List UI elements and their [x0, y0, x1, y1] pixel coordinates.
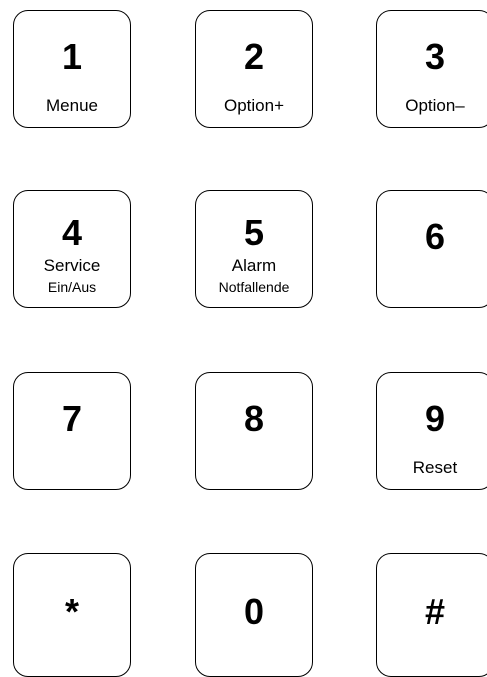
key-digit: *	[64, 591, 79, 632]
key-hash-button[interactable]: #	[376, 553, 487, 677]
key-label: Alarm	[231, 256, 277, 275]
key-label: Reset	[412, 458, 458, 477]
key-digit: 3	[424, 36, 446, 77]
key-9-button[interactable]: 9 Reset	[376, 372, 487, 490]
key-label: Service	[43, 256, 101, 275]
key-1-button[interactable]: 1 Menue	[13, 10, 131, 128]
key-digit: 1	[61, 36, 83, 77]
key-4-button[interactable]: 4 Service Ein/Aus	[13, 190, 131, 308]
key-star-button[interactable]: *	[13, 553, 131, 677]
key-2-button[interactable]: 2 Option+	[195, 10, 313, 128]
key-label: Option+	[223, 96, 284, 115]
key-digit: #	[424, 591, 446, 632]
key-3-button[interactable]: 3 Option–	[376, 10, 487, 128]
key-digit: 6	[424, 216, 446, 257]
keypad: 1 Menue 2 Option+ 3 Option– 4 Service Ei…	[0, 0, 487, 677]
key-sublabel: Notfallende	[218, 279, 290, 295]
key-digit: 8	[243, 398, 265, 439]
key-6-button[interactable]: 6	[376, 190, 487, 308]
key-digit: 7	[61, 398, 83, 439]
key-5-button[interactable]: 5 Alarm Notfallende	[195, 190, 313, 308]
key-label: Menue	[46, 96, 98, 115]
key-digit: 2	[243, 36, 265, 77]
key-digit: 0	[243, 591, 265, 632]
key-digit: 4	[61, 212, 83, 253]
key-digit: 5	[243, 212, 265, 253]
key-0-button[interactable]: 0	[195, 553, 313, 677]
key-sublabel: Ein/Aus	[47, 279, 97, 295]
key-digit: 9	[424, 398, 446, 439]
key-8-button[interactable]: 8	[195, 372, 313, 490]
key-7-button[interactable]: 7	[13, 372, 131, 490]
key-label: Option–	[405, 96, 465, 115]
